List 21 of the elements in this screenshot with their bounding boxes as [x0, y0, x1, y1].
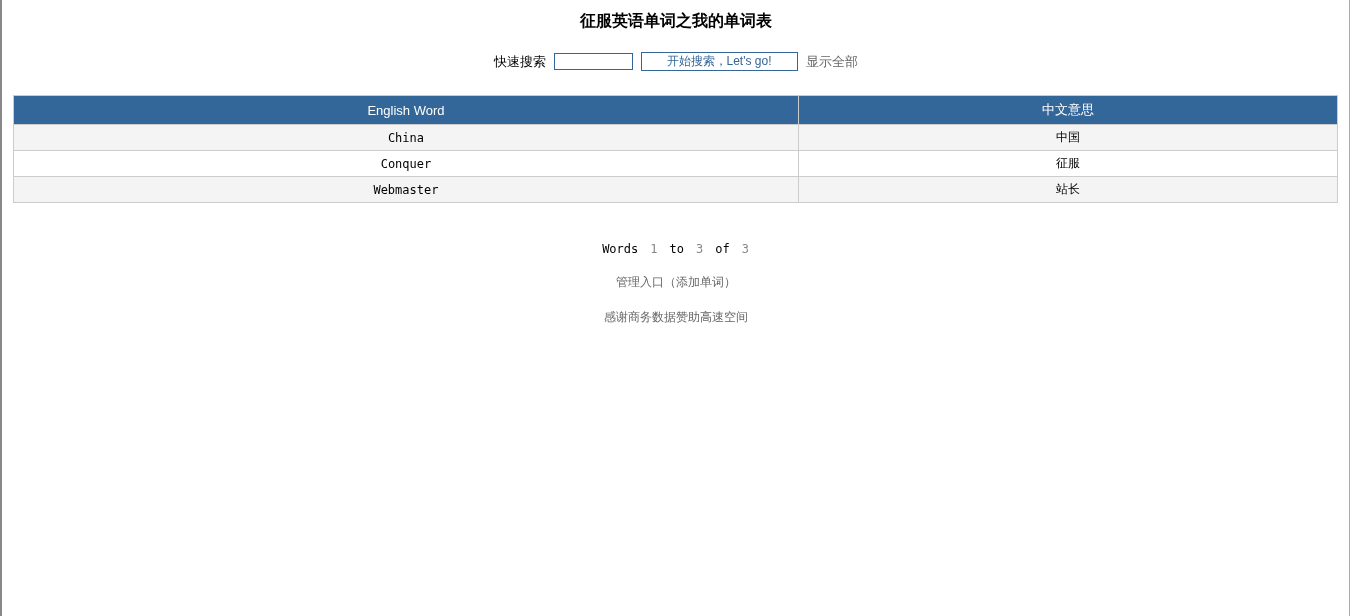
search-field[interactable]	[553, 53, 633, 70]
table-cell: 征服	[798, 150, 1338, 177]
table-cell: Webmaster	[13, 176, 799, 203]
table-cell: China	[13, 124, 799, 151]
table-cell: 站长	[798, 176, 1338, 203]
pager-text: Words	[602, 242, 639, 256]
sponsor-link[interactable]: 感谢商务数据赞助高速空间	[603, 309, 748, 326]
column-header: English Word	[13, 95, 799, 125]
pager-text: 1	[650, 242, 658, 256]
admin-link[interactable]: 管理入口（添加单词）	[615, 274, 736, 291]
table-cell: Conquer	[13, 150, 799, 177]
table-cell: 中国	[798, 124, 1338, 151]
show-all-link[interactable]: 显示全部	[805, 52, 858, 71]
pager-text: 3	[695, 242, 704, 256]
page-title: 征服英语单词之我的单词表	[579, 11, 772, 32]
pager-text: 3	[741, 242, 749, 256]
pager-text: to	[669, 242, 684, 256]
column-header: 中文意思	[798, 95, 1338, 125]
pager-text: of	[715, 242, 730, 256]
search-label: 快速搜索	[493, 52, 546, 71]
search-button[interactable]: 开始搜索，Let's go!	[640, 52, 798, 71]
